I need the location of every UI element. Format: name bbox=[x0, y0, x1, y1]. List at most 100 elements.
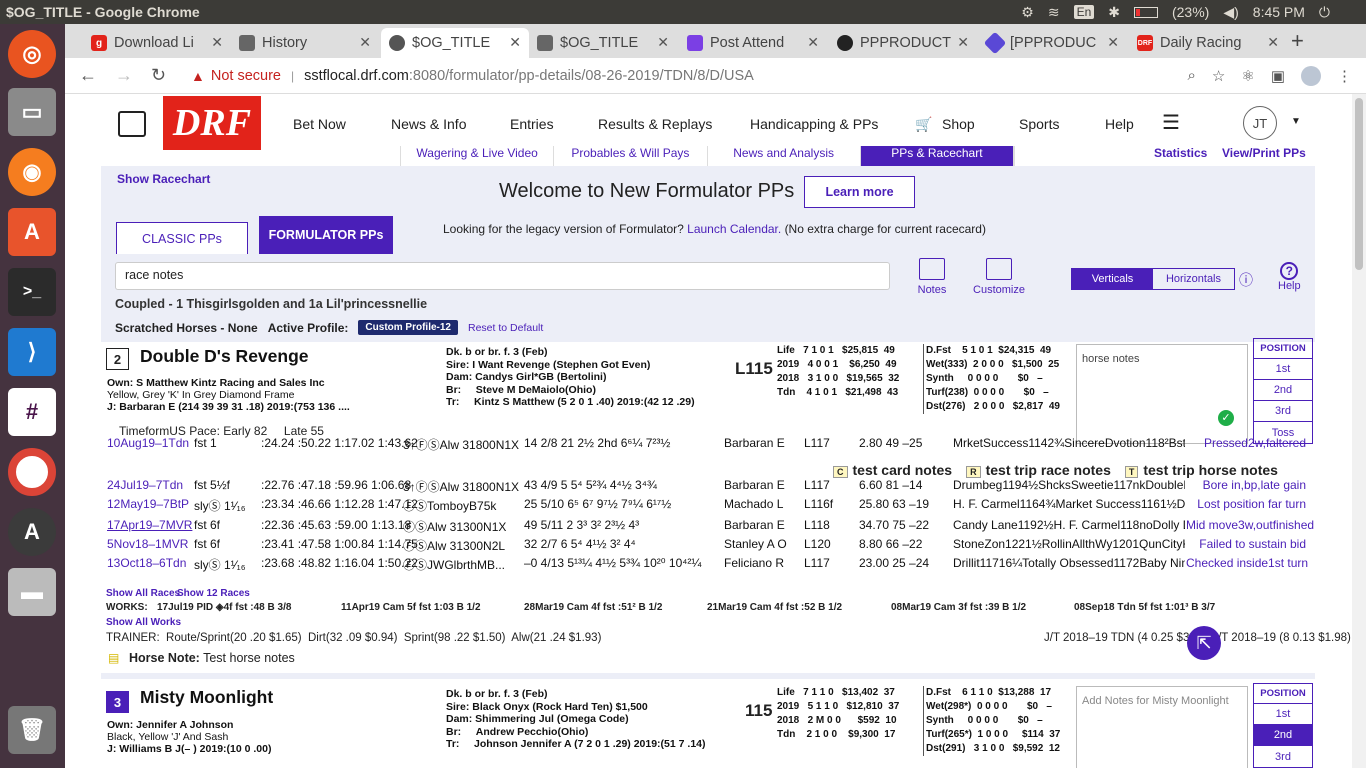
not-secure-label[interactable]: Not secure bbox=[211, 68, 281, 84]
close-icon[interactable]: ✕ bbox=[957, 34, 969, 51]
ubuntu-icon[interactable]: ◎ bbox=[8, 30, 56, 78]
view-print-link[interactable]: View/Print PPs bbox=[1222, 146, 1306, 160]
close-icon[interactable]: ✕ bbox=[509, 34, 521, 51]
network-icon[interactable]: ⚙ bbox=[1021, 4, 1034, 21]
slack-icon[interactable]: # bbox=[8, 388, 56, 436]
tab-2[interactable]: $OG_TITLE ✕ bbox=[381, 28, 529, 58]
nav-handicapping[interactable]: Handicapping & PPs bbox=[750, 116, 878, 132]
nav-results-replays[interactable]: Results & Replays bbox=[598, 116, 712, 132]
nav-help[interactable]: Help bbox=[1105, 116, 1134, 132]
calendar-icon[interactable] bbox=[118, 111, 146, 137]
learn-more-button[interactable]: Learn more bbox=[804, 176, 915, 208]
tab-5[interactable]: PPPRODUCT ✕ bbox=[829, 28, 977, 58]
notes-tool[interactable]: Notes bbox=[916, 258, 948, 296]
customize-tool[interactable]: Customize bbox=[971, 258, 1027, 296]
url-field[interactable]: sstflocal.drf.com:8080/formulator/pp-det… bbox=[304, 68, 754, 84]
drive-icon[interactable]: ▬ bbox=[8, 568, 56, 616]
show-racechart-link[interactable]: Show Racechart bbox=[117, 172, 210, 186]
horse-name[interactable]: Double D's Revenge bbox=[140, 346, 309, 367]
drf-logo[interactable]: DRF bbox=[163, 96, 261, 150]
search-input[interactable]: race notes bbox=[115, 262, 890, 290]
statistics-link[interactable]: Statistics bbox=[1154, 146, 1207, 160]
tab-0[interactable]: g Download Li ✕ bbox=[83, 28, 231, 58]
close-icon[interactable]: ✕ bbox=[1107, 34, 1119, 51]
horse-notes-field[interactable]: horse notes bbox=[1076, 344, 1248, 444]
tab-3[interactable]: $OG_TITLE ✕ bbox=[529, 28, 677, 58]
chrome-icon[interactable] bbox=[8, 448, 56, 496]
new-tab-button[interactable]: + bbox=[1291, 28, 1304, 54]
info-icon[interactable]: ⓘ bbox=[1239, 270, 1253, 290]
subnav-pps[interactable]: PPs & Racechart bbox=[860, 146, 1014, 167]
tab-formulator-pps[interactable]: FORMULATOR PPs bbox=[259, 216, 393, 254]
show-all-works-link[interactable]: Show All Works bbox=[106, 617, 181, 628]
trash-icon[interactable]: 🗑 bbox=[8, 706, 56, 754]
close-icon[interactable]: ✕ bbox=[359, 34, 371, 51]
scrollbar[interactable] bbox=[1352, 94, 1366, 768]
tab-7[interactable]: DRF Daily Racing ✕ bbox=[1129, 28, 1287, 58]
horizontals-button[interactable]: Horizontals bbox=[1153, 269, 1234, 289]
nav-sports[interactable]: Sports bbox=[1019, 116, 1059, 132]
extension-icon[interactable]: ▣ bbox=[1271, 67, 1285, 85]
help-tool[interactable]: ? Help bbox=[1278, 262, 1301, 292]
tab-6[interactable]: [PPPRODUC ✕ bbox=[979, 28, 1127, 58]
clock[interactable]: 8:45 PM bbox=[1253, 4, 1305, 20]
position-3rd[interactable]: 3rd bbox=[1254, 401, 1312, 422]
menu-dots-icon[interactable]: ⋮ bbox=[1337, 67, 1352, 85]
bluetooth-icon[interactable]: ✱ bbox=[1108, 4, 1120, 21]
position-1st[interactable]: 1st bbox=[1254, 359, 1312, 380]
subnav-wagering[interactable]: Wagering & Live Video bbox=[401, 146, 555, 167]
race-date[interactable]: 10Aug19–1Tdn bbox=[107, 436, 189, 450]
race-date[interactable]: 13Oct18–6Tdn bbox=[107, 556, 186, 570]
tab-classic-pps[interactable]: CLASSIC PPs bbox=[116, 222, 248, 254]
position-1st[interactable]: 1st bbox=[1254, 704, 1312, 725]
scroll-top-button[interactable]: ⇱ bbox=[1187, 626, 1221, 660]
files-icon[interactable]: ▭ bbox=[8, 88, 56, 136]
race-date[interactable]: 5Nov18–1MVR bbox=[107, 537, 188, 551]
nav-news-info[interactable]: News & Info bbox=[391, 116, 466, 132]
verticals-button[interactable]: Verticals bbox=[1072, 269, 1153, 289]
close-icon[interactable]: ✕ bbox=[211, 34, 223, 51]
keyboard-language[interactable]: En bbox=[1073, 5, 1095, 19]
nav-bet-now[interactable]: Bet Now bbox=[293, 116, 346, 132]
horse-name[interactable]: Misty Moonlight bbox=[140, 687, 273, 708]
nav-shop[interactable]: Shop bbox=[942, 116, 975, 132]
race-date[interactable]: 12May19–7BtP bbox=[107, 497, 189, 511]
reset-default-link[interactable]: Reset to Default bbox=[468, 322, 543, 334]
firefox-icon[interactable]: ◉ bbox=[8, 148, 56, 196]
wifi-icon[interactable]: ≋ bbox=[1048, 4, 1060, 21]
horse-notes-field[interactable]: Add Notes for Misty Moonlight bbox=[1076, 686, 1248, 768]
show-12-races-link[interactable]: Show 12 Races bbox=[177, 588, 250, 599]
close-icon[interactable]: ✕ bbox=[807, 34, 819, 51]
race-date[interactable]: 17Apr19–7MVR bbox=[107, 518, 192, 532]
reload-icon[interactable]: ↻ bbox=[151, 65, 173, 86]
hamburger-icon[interactable]: ☰ bbox=[1162, 110, 1180, 135]
position-2nd[interactable]: 2nd bbox=[1254, 725, 1312, 746]
subnav-probables[interactable]: Probables & Will Pays bbox=[554, 146, 708, 167]
volume-icon[interactable]: ◀) bbox=[1223, 4, 1238, 21]
close-icon[interactable]: ✕ bbox=[1267, 34, 1279, 51]
nav-entries[interactable]: Entries bbox=[510, 116, 554, 132]
position-2nd[interactable]: 2nd bbox=[1254, 380, 1312, 401]
terminal-icon[interactable]: >_ bbox=[8, 268, 56, 316]
warning-icon[interactable]: ▲ bbox=[191, 68, 205, 84]
tab-4[interactable]: Post Attend ✕ bbox=[679, 28, 827, 58]
show-all-races-link[interactable]: Show All Races bbox=[106, 588, 180, 599]
tab-1[interactable]: History ✕ bbox=[231, 28, 379, 58]
star-icon[interactable]: ☆ bbox=[1212, 67, 1225, 85]
cart-icon[interactable]: 🛒 bbox=[915, 116, 932, 133]
user-avatar[interactable]: JT bbox=[1243, 106, 1277, 140]
update-icon[interactable]: A bbox=[8, 508, 56, 556]
vscode-icon[interactable]: ⟩ bbox=[8, 328, 56, 376]
zoom-icon[interactable]: ⌕ bbox=[1188, 67, 1196, 84]
launch-calendar-link[interactable]: Launch Calendar. bbox=[687, 222, 781, 236]
forward-icon[interactable]: → bbox=[115, 65, 137, 86]
profile-avatar[interactable] bbox=[1301, 65, 1321, 86]
battery-icon[interactable] bbox=[1133, 6, 1158, 18]
race-date[interactable]: 24Jul19–7Tdn bbox=[107, 478, 183, 492]
chevron-down-icon[interactable]: ▼ bbox=[1291, 116, 1301, 127]
react-icon[interactable]: ⚛ bbox=[1241, 67, 1254, 85]
subnav-news[interactable]: News and Analysis bbox=[708, 146, 861, 167]
close-icon[interactable]: ✕ bbox=[657, 34, 669, 51]
power-icon[interactable]: ⏻ bbox=[1319, 4, 1330, 21]
software-center-icon[interactable]: A bbox=[8, 208, 56, 256]
